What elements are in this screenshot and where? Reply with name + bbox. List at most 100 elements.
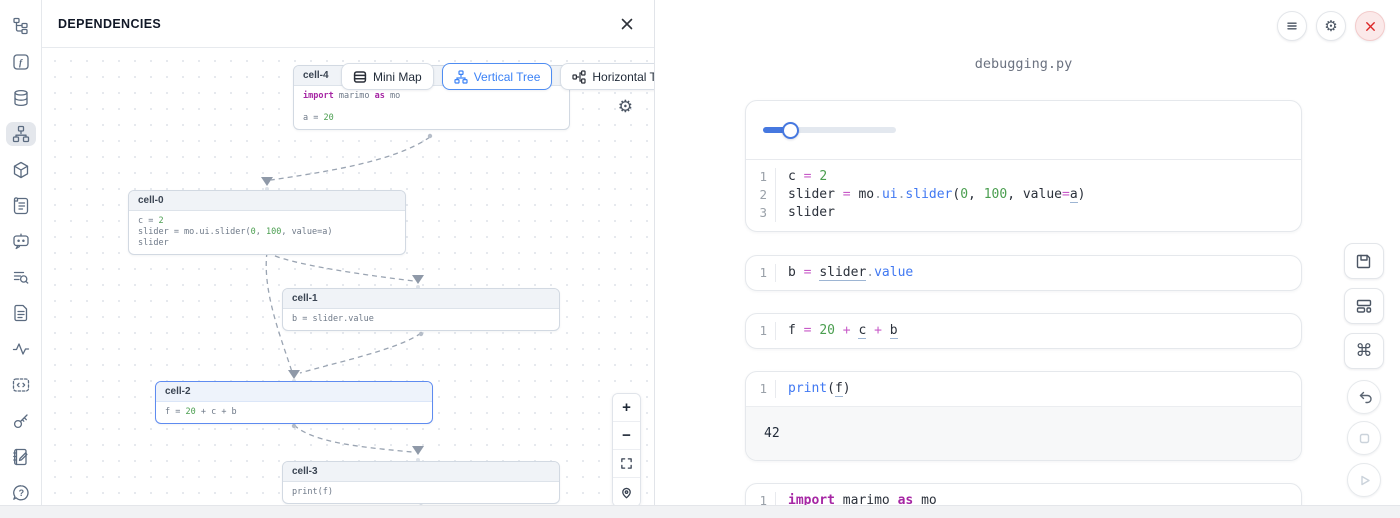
slider-widget[interactable]: [763, 122, 896, 139]
code-line[interactable]: 1f = 20 + c + b: [746, 322, 1301, 340]
graph-node-title: cell-2: [156, 382, 432, 402]
notebook-cell-slider: 1c = 22slider = mo.ui.slider(0, 100, val…: [745, 100, 1302, 232]
packages-icon[interactable]: [6, 158, 36, 182]
code-text: slider = mo.ui.slider(0, 100, value=a): [776, 186, 1085, 204]
notebook-cell-import: 1import marimo as mo2: [745, 483, 1302, 505]
code-text: slider: [776, 204, 835, 222]
graph-node-title: cell-1: [283, 289, 559, 309]
cell-editor[interactable]: 1c = 22slider = mo.ui.slider(0, 100, val…: [746, 160, 1301, 230]
graph-zoom-controls: + −: [612, 393, 641, 505]
code-text: b = slider.value: [776, 264, 913, 282]
dependencies-panel-title: DEPENDENCIES: [58, 17, 161, 31]
cell-editor[interactable]: 1print(f): [746, 372, 1301, 406]
scratchpad-icon[interactable]: [6, 445, 36, 469]
graph-settings-gear-icon[interactable]: ⚙: [618, 98, 633, 115]
notebook-cells: 1c = 22slider = mo.ui.slider(0, 100, val…: [745, 100, 1302, 505]
settings-gear-icon[interactable]: ⚙: [1316, 11, 1346, 41]
vertical-tree-icon: [454, 70, 468, 84]
graph-view-toolbar: Mini Map Vertical Tree Horizontal Tree: [341, 63, 654, 90]
zoom-out-button[interactable]: −: [613, 422, 640, 450]
graph-node-cell-2[interactable]: cell-2 f = 20 + c + b: [155, 381, 433, 424]
dependencies-panel: DEPENDENCIES: [42, 0, 655, 505]
graph-node-code: import marimo as mo a = 20: [294, 86, 569, 129]
graph-node-code: c = 2slider = mo.ui.slider(0, 100, value…: [129, 211, 405, 254]
notebook-top-actions: ⚙: [1277, 11, 1385, 41]
line-number: 3: [746, 204, 776, 222]
stop-icon[interactable]: [1347, 421, 1381, 455]
line-number: 1: [746, 264, 776, 282]
notebook-cell-b: 1b = slider.value: [745, 255, 1302, 291]
helper-panel-sidebar: f ?: [0, 0, 42, 505]
cell-output-slider: [746, 101, 1301, 160]
notebook-cell-f: 1f = 20 + c + b: [745, 313, 1302, 349]
code-line[interactable]: 1c = 2: [746, 168, 1301, 186]
code-block-icon[interactable]: [6, 373, 36, 397]
horizontal-tree-label: Horizontal Tree: [592, 70, 654, 84]
line-number: 1: [746, 380, 776, 398]
graph-node-title: cell-0: [129, 191, 405, 211]
cell-editor[interactable]: 1import marimo as mo2: [746, 484, 1301, 505]
code-line[interactable]: 1b = slider.value: [746, 264, 1301, 282]
notebook-area: ⚙ debugging.py 1c = 22slider = mo.ui.sli…: [655, 0, 1400, 505]
dependency-graph-icon[interactable]: [6, 122, 36, 146]
code-text: c = 2: [776, 168, 827, 186]
command-palette-icon[interactable]: ⌘: [1344, 333, 1384, 369]
horizontal-tree-button[interactable]: Horizontal Tree: [560, 63, 654, 90]
code-line[interactable]: 1import marimo as mo: [746, 492, 1301, 505]
line-number: 1: [746, 492, 776, 505]
menu-icon[interactable]: [1277, 11, 1307, 41]
marimo-app: f ? DEPENDENCIES: [0, 0, 1400, 518]
line-number: 1: [746, 322, 776, 340]
code-line[interactable]: 2slider = mo.ui.slider(0, 100, value=a): [746, 186, 1301, 204]
code-line[interactable]: 1print(f): [746, 380, 1301, 398]
line-number: 1: [746, 168, 776, 186]
graph-node-code: b = slider.value: [283, 309, 559, 330]
notebook-filename: debugging.py: [745, 56, 1302, 72]
snippets-icon[interactable]: [6, 301, 36, 325]
vertical-tree-button[interactable]: Vertical Tree: [442, 63, 553, 90]
save-icon[interactable]: [1344, 243, 1384, 279]
file-explorer-icon[interactable]: [6, 14, 36, 38]
mini-map-button[interactable]: Mini Map: [341, 63, 434, 90]
graph-node-cell-1[interactable]: cell-1 b = slider.value: [282, 288, 560, 331]
graph-node-cell-0[interactable]: cell-0 c = 2slider = mo.ui.slider(0, 100…: [128, 190, 406, 255]
slider-handle[interactable]: [782, 122, 799, 139]
code-line[interactable]: 3slider: [746, 204, 1301, 222]
run-play-icon[interactable]: [1347, 463, 1381, 497]
variables-icon[interactable]: f: [6, 50, 36, 74]
undo-icon[interactable]: [1347, 380, 1381, 414]
documentation-icon[interactable]: [6, 194, 36, 218]
logs-icon[interactable]: [6, 265, 36, 289]
mini-map-label: Mini Map: [373, 70, 422, 84]
content-row: f ? DEPENDENCIES: [0, 0, 1400, 505]
dependency-graph-canvas[interactable]: cell-4 import marimo as mo a = 20 cell-0…: [42, 48, 654, 505]
svg-text:f: f: [19, 58, 23, 68]
svg-text:?: ?: [18, 488, 24, 498]
zoom-in-button[interactable]: +: [613, 394, 640, 422]
cell-output-text: 42: [746, 406, 1301, 460]
fit-view-icon[interactable]: [613, 450, 640, 478]
notebook-cell-print: 1print(f) 42: [745, 371, 1302, 461]
tracing-icon[interactable]: [6, 337, 36, 361]
center-location-icon[interactable]: [613, 478, 640, 505]
cell-editor[interactable]: 1b = slider.value: [746, 256, 1301, 290]
graph-node-code: print(f): [283, 482, 559, 503]
secrets-icon[interactable]: [6, 409, 36, 433]
code-text: f = 20 + c + b: [776, 322, 898, 340]
cell-editor[interactable]: 1f = 20 + c + b: [746, 314, 1301, 348]
graph-node-title: cell-3: [283, 462, 559, 482]
dependencies-panel-header: DEPENDENCIES: [42, 0, 654, 48]
help-icon[interactable]: ?: [6, 481, 36, 505]
chat-icon[interactable]: [6, 230, 36, 254]
graph-node-cell-3[interactable]: cell-3 print(f): [282, 461, 560, 504]
horizontal-tree-icon: [572, 70, 586, 84]
datasources-icon[interactable]: [6, 86, 36, 110]
code-text: import marimo as mo: [776, 492, 937, 505]
line-number: 2: [746, 186, 776, 204]
code-text: print(f): [776, 380, 851, 398]
mini-map-icon: [353, 70, 367, 84]
vertical-tree-label: Vertical Tree: [474, 70, 541, 84]
shutdown-close-icon[interactable]: [1355, 11, 1385, 41]
layout-icon[interactable]: [1344, 288, 1384, 324]
close-icon[interactable]: [620, 17, 634, 31]
